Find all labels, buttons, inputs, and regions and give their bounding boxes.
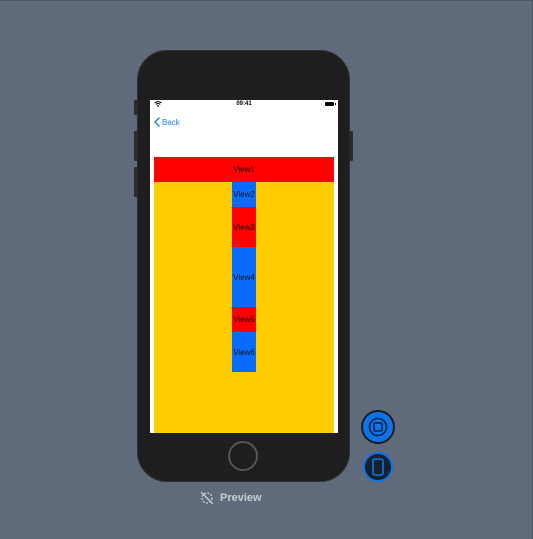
view5: View5 xyxy=(232,307,256,332)
device-power-button xyxy=(349,131,353,161)
back-button[interactable]: Back xyxy=(154,115,180,129)
view1: View1 xyxy=(154,157,334,182)
preview-label-text: Preview xyxy=(220,492,262,504)
device-volume-up xyxy=(134,131,138,161)
preview-label: Preview xyxy=(200,490,262,506)
canvas-border-top xyxy=(0,0,533,1)
device-screen: 09:41 Back View1 View2 View3 View4 View5… xyxy=(150,100,338,433)
status-bar: 09:41 xyxy=(150,100,338,110)
preview-disabled-icon xyxy=(200,491,214,505)
device-preview-button[interactable] xyxy=(363,452,393,482)
battery-icon xyxy=(325,102,336,106)
live-preview-button[interactable] xyxy=(361,410,395,444)
device-preview-icon xyxy=(372,458,384,476)
device-volume-down xyxy=(134,167,138,197)
home-button[interactable] xyxy=(228,441,258,471)
view4: View4 xyxy=(232,247,256,307)
live-preview-icon xyxy=(368,417,388,437)
chevron-left-icon xyxy=(154,117,160,127)
device-silent-switch xyxy=(134,100,138,115)
view6: View6 xyxy=(232,332,256,372)
view2: View2 xyxy=(232,182,256,207)
yellow-container: View1 View2 View3 View4 View5 View6 xyxy=(154,157,334,433)
back-label: Back xyxy=(162,117,180,127)
view3: View3 xyxy=(232,207,256,247)
status-time: 09:41 xyxy=(236,101,252,107)
